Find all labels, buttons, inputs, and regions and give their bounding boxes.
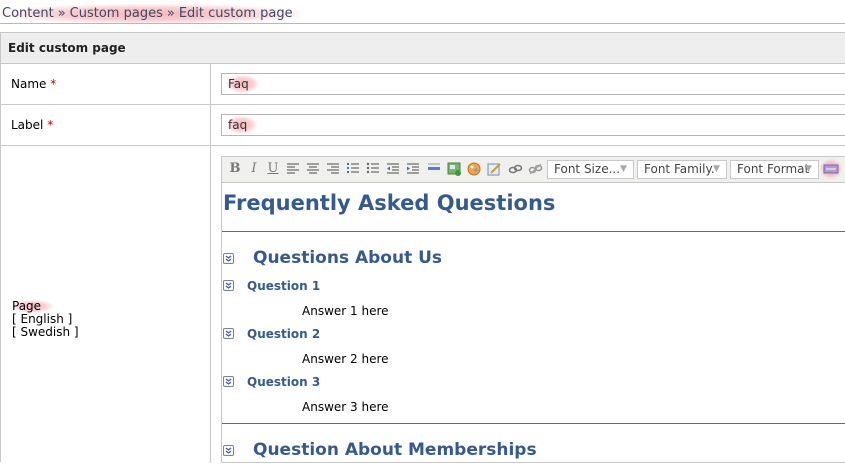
italic-button[interactable]: I bbox=[245, 160, 263, 178]
unordered-list-icon[interactable] bbox=[364, 160, 382, 178]
content-divider bbox=[222, 231, 845, 232]
ordered-list-icon[interactable] bbox=[344, 160, 362, 178]
collapse-toggle-icon[interactable] bbox=[223, 253, 234, 264]
section-title: Questions About Us bbox=[253, 248, 443, 268]
name-row: Name * Faq bbox=[1, 64, 845, 105]
breadcrumb-separator: » bbox=[166, 6, 175, 21]
label-row: Label * faq bbox=[1, 105, 845, 146]
required-mark: * bbox=[47, 118, 54, 132]
rich-text-editor: B I U Font Size... ▼ Font Family. ▼ Font F… bbox=[221, 156, 845, 463]
editor-content[interactable]: Frequently Asked Questions Questions Abo… bbox=[222, 183, 845, 464]
link-icon[interactable] bbox=[506, 160, 524, 178]
breadcrumb-custom-pages[interactable]: Custom pages bbox=[70, 6, 163, 21]
page-row: Page [ English ] [ Swedish ] B I U Font … bbox=[1, 146, 845, 466]
breadcrumb-separator: » bbox=[57, 6, 66, 21]
font-format-value: Font Format bbox=[737, 162, 810, 176]
answer-text: Answer 1 here bbox=[302, 304, 389, 318]
answer-text: Answer 2 here bbox=[302, 352, 389, 366]
question-title: Question 3 bbox=[247, 375, 321, 389]
question-title: Question 2 bbox=[247, 327, 321, 341]
page-label-block: Page [ English ] [ Swedish ] bbox=[12, 300, 79, 339]
name-label: Name * bbox=[1, 64, 211, 104]
align-left-icon[interactable] bbox=[284, 160, 302, 178]
indent-icon[interactable] bbox=[404, 160, 422, 178]
question-title: Question 1 bbox=[247, 279, 321, 293]
font-family-value: Font Family. bbox=[644, 162, 715, 176]
collapse-toggle-icon[interactable] bbox=[223, 328, 234, 339]
font-family-select[interactable]: Font Family. ▼ bbox=[637, 160, 727, 179]
insert-media-icon[interactable] bbox=[465, 160, 483, 178]
label-input-value: faq bbox=[226, 116, 258, 134]
chevron-down-icon: ▼ bbox=[805, 164, 812, 174]
underline-button[interactable]: U bbox=[264, 160, 282, 178]
editor-toolbar: B I U Font Size... ▼ Font Family. ▼ Font F… bbox=[222, 157, 845, 183]
name-input[interactable]: Faq bbox=[221, 73, 845, 95]
collapse-toggle-icon[interactable] bbox=[223, 445, 234, 456]
name-input-value: Faq bbox=[226, 75, 259, 93]
answer-text: Answer 3 here bbox=[302, 400, 389, 414]
label-label: Label * bbox=[1, 105, 211, 145]
breadcrumb: Content» Custom pages» Edit custom page bbox=[0, 4, 301, 24]
bold-button[interactable]: B bbox=[226, 160, 244, 178]
font-size-value: Font Size... bbox=[554, 162, 621, 176]
breadcrumb-content[interactable]: Content bbox=[2, 6, 54, 21]
chevron-down-icon: ▼ bbox=[713, 164, 720, 174]
page-label-cell: Page [ English ] [ Swedish ] bbox=[1, 146, 211, 463]
form-title: Edit custom page bbox=[1, 33, 845, 64]
insert-image-icon[interactable] bbox=[445, 160, 463, 178]
section-title: Question About Memberships bbox=[253, 440, 537, 460]
breadcrumb-divider bbox=[0, 23, 845, 24]
edit-custom-page-form: Edit custom page Name * Faq Label * faq … bbox=[0, 32, 845, 463]
collapse-toggle-icon[interactable] bbox=[223, 280, 234, 291]
language-link-swedish[interactable]: [ Swedish ] bbox=[12, 326, 79, 339]
outdent-icon[interactable] bbox=[384, 160, 402, 178]
faq-heading: Frequently Asked Questions bbox=[223, 191, 556, 215]
horizontal-rule-icon[interactable] bbox=[425, 160, 443, 178]
label-label-text: Label bbox=[11, 118, 44, 132]
chevron-down-icon: ▼ bbox=[620, 164, 627, 174]
unlink-icon[interactable] bbox=[526, 160, 544, 178]
align-center-icon[interactable] bbox=[304, 160, 322, 178]
edit-icon[interactable] bbox=[485, 160, 503, 178]
breadcrumb-edit-custom-page: Edit custom page bbox=[178, 6, 293, 21]
font-size-select[interactable]: Font Size... ▼ bbox=[547, 160, 634, 179]
label-input[interactable]: faq bbox=[221, 114, 845, 136]
collapse-toggle-icon[interactable] bbox=[223, 376, 234, 387]
align-right-icon[interactable] bbox=[324, 160, 342, 178]
html-source-icon[interactable] bbox=[820, 159, 842, 179]
font-format-select[interactable]: Font Format ▼ bbox=[730, 160, 819, 179]
required-mark: * bbox=[50, 77, 57, 91]
name-label-text: Name bbox=[11, 77, 47, 91]
content-divider bbox=[222, 423, 845, 424]
